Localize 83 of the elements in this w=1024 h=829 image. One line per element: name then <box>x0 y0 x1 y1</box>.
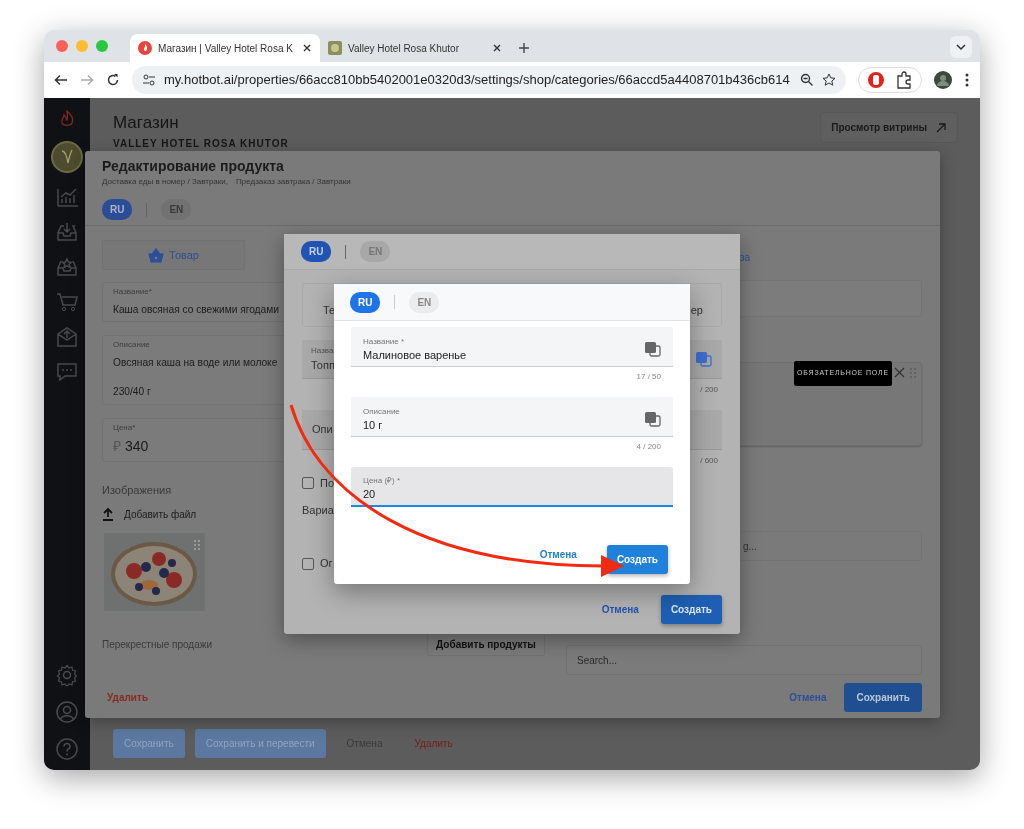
cart-icon[interactable] <box>56 291 78 313</box>
checkbox[interactable] <box>302 557 314 570</box>
basket-icon <box>148 247 165 263</box>
field-label: Опи <box>312 422 333 438</box>
field-value: Каша овсяная со свежими ягодами <box>113 303 279 317</box>
forward-icon[interactable] <box>80 73 94 87</box>
character-counter: / 600 <box>700 455 718 467</box>
search-field[interactable]: Search... <box>566 645 922 675</box>
user-icon[interactable] <box>56 701 78 723</box>
breadcrumb: Предзаказ завтрака / Завтраки <box>236 176 351 188</box>
bookmark-star-icon[interactable] <box>822 73 836 87</box>
language-chip[interactable]: EN <box>409 291 440 313</box>
page-subtitle: VALLEY HOTEL ROSA KHUTOR <box>113 136 289 151</box>
cancel-button[interactable]: Отмена <box>595 601 645 618</box>
upload-icon <box>102 507 114 521</box>
browser-tab[interactable]: Valley Hotel Rosa Khutor <box>320 34 510 62</box>
cancel-button[interactable]: Отмена <box>539 547 577 562</box>
checkbox[interactable] <box>302 477 314 489</box>
close-icon[interactable] <box>302 43 312 53</box>
input-field[interactable]: Название * Малиновое варенье <box>351 327 673 367</box>
tab-label-fragment[interactable]: ер <box>690 302 703 319</box>
tab-label-fragment[interactable]: Те <box>323 302 336 319</box>
profile-avatar[interactable] <box>934 71 952 89</box>
field-value: Овсяная каша на воде или молоке <box>113 356 278 370</box>
site-settings-icon[interactable] <box>142 73 156 87</box>
reload-icon[interactable] <box>106 73 120 87</box>
settings-icon[interactable] <box>56 664 78 686</box>
section-label: Изображения <box>102 483 172 498</box>
puzzle-icon[interactable] <box>895 71 913 89</box>
character-counter: / 200 <box>700 384 718 396</box>
page-title: Магазин <box>113 112 180 134</box>
storefront-button[interactable]: Просмотр витрины <box>820 112 958 143</box>
mail-upload-icon[interactable] <box>56 326 78 348</box>
tab-search-icon[interactable] <box>950 36 972 58</box>
chat-icon[interactable] <box>56 361 78 383</box>
inbox-star-icon[interactable] <box>56 256 78 278</box>
field-label: Описание <box>113 339 150 351</box>
drag-handle-icon[interactable] <box>193 538 201 551</box>
add-products-button[interactable]: Добавить продукты <box>427 632 545 656</box>
zoom-icon[interactable] <box>800 73 814 87</box>
language-chip[interactable]: RU <box>301 241 332 262</box>
input-field[interactable]: Цена (₽) * 20 <box>351 467 673 507</box>
field-value: Топп <box>311 357 335 373</box>
external-link-icon <box>935 121 947 134</box>
translate-icon[interactable] <box>644 410 661 427</box>
save-button[interactable]: Сохранить <box>844 682 922 712</box>
section-label: Перекрестные продажи <box>102 637 212 652</box>
field-value: g... <box>743 539 757 554</box>
checkbox-label: Ог <box>320 556 333 572</box>
window-control[interactable] <box>56 40 68 52</box>
field-value: 230/40 г <box>113 385 151 400</box>
language-chip[interactable]: EN <box>161 199 192 220</box>
add-file-button[interactable]: Добавить файл <box>102 506 197 522</box>
character-counter: 4 / 200 <box>635 441 662 453</box>
menu-icon[interactable] <box>964 72 970 88</box>
site-icon <box>328 41 342 55</box>
chart-icon[interactable] <box>56 186 78 208</box>
logo-avatar[interactable] <box>51 141 83 173</box>
create-button[interactable]: Создать <box>606 545 668 574</box>
language-chip[interactable]: RU <box>350 291 381 313</box>
back-icon[interactable] <box>54 73 68 87</box>
close-icon[interactable] <box>492 43 502 53</box>
create-button[interactable]: Создать <box>660 595 722 624</box>
field-label: Назва <box>311 344 334 357</box>
checkbox-label: По <box>320 475 335 491</box>
section-label: Вариа <box>302 503 334 518</box>
browser-tab[interactable]: Магазин | Valley Hotel Rosa K <box>130 34 320 62</box>
extension-icon[interactable] <box>867 71 885 89</box>
translate-icon[interactable] <box>644 340 661 357</box>
language-chip[interactable]: RU <box>102 199 133 220</box>
modal-title: Редактирование продукта <box>102 158 285 175</box>
currency-symbol: ₽ <box>113 437 121 456</box>
new-tab-icon[interactable] <box>518 42 530 54</box>
help-icon[interactable] <box>56 738 78 760</box>
flame-icon[interactable] <box>58 110 76 128</box>
input-field[interactable]: Описание 10 г <box>351 397 673 437</box>
character-counter: 17 / 50 <box>635 371 662 383</box>
inbox-download-icon[interactable] <box>56 221 78 243</box>
translate-icon[interactable] <box>695 351 712 367</box>
breadcrumb: Доставка еды в номер / Завтраки, <box>102 176 228 188</box>
price-value: 340 <box>125 437 149 456</box>
window-control[interactable] <box>96 40 108 52</box>
flame-icon <box>138 41 152 55</box>
